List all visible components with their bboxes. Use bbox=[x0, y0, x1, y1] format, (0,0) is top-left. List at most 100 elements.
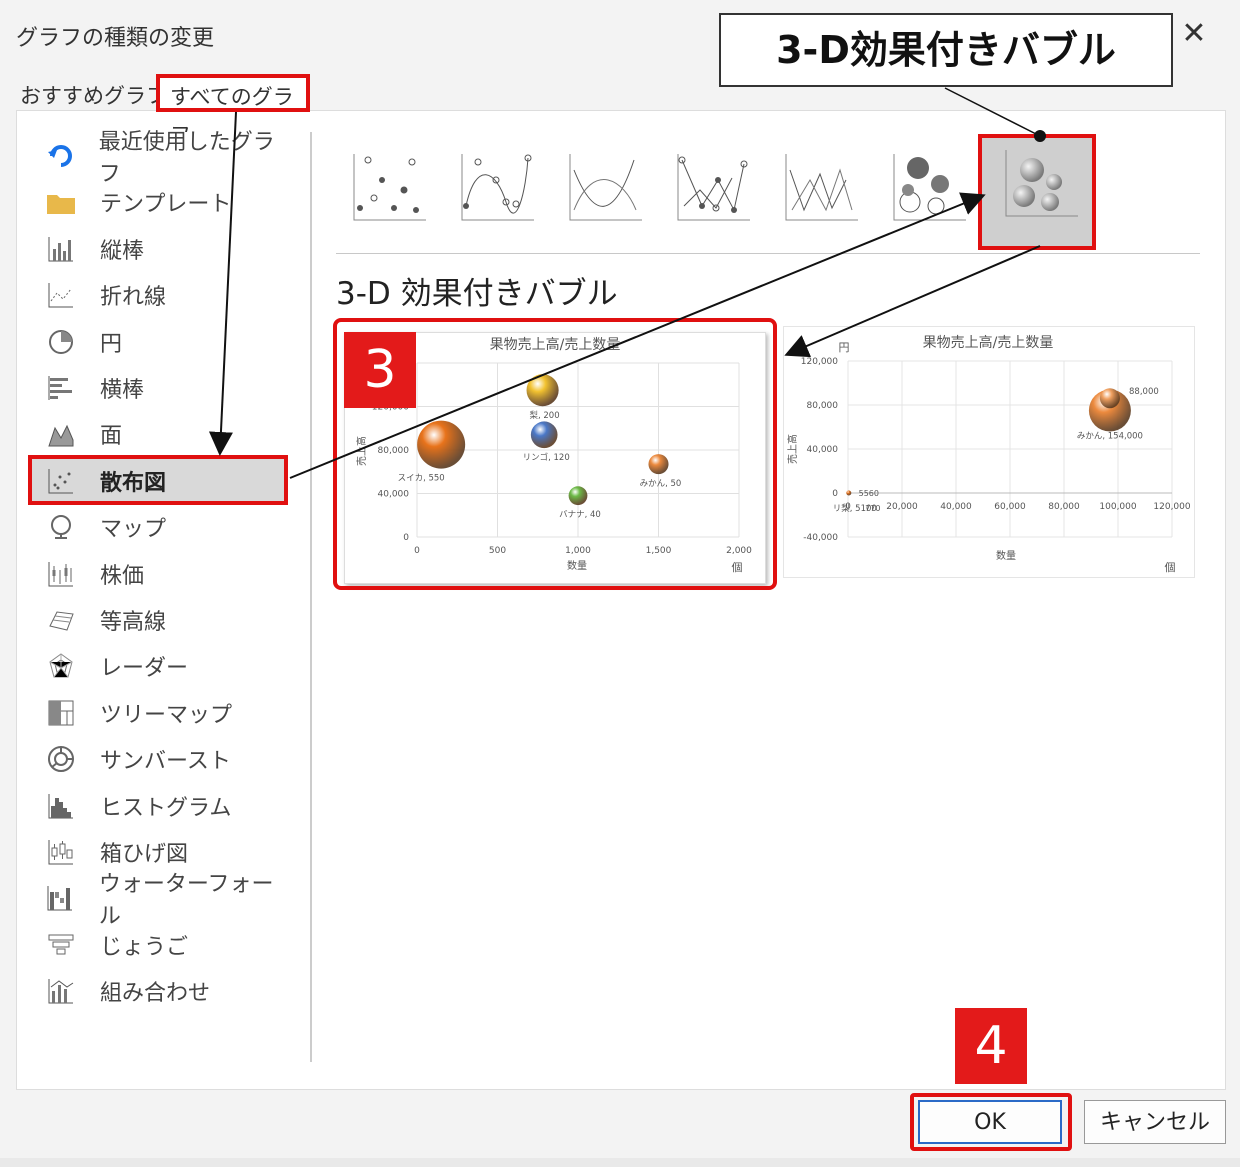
x-tick-label: 60,000 bbox=[994, 502, 1026, 512]
sidebar-item-combo-chart[interactable]: 組み合わせ bbox=[36, 969, 288, 1013]
sidebar-item-folder[interactable]: テンプレート bbox=[36, 180, 288, 224]
sidebar-item-sunburst[interactable]: サンバースト bbox=[36, 737, 288, 781]
sidebar-item-recent[interactable]: 最近使用したグラフ bbox=[36, 130, 288, 187]
combo-chart-icon bbox=[46, 976, 76, 1006]
sidebar-item-label: 横棒 bbox=[100, 378, 145, 403]
sidebar-item-waterfall[interactable]: ウォーターフォール bbox=[36, 872, 288, 929]
sidebar-divider bbox=[310, 132, 312, 1062]
bubble-icon[interactable] bbox=[888, 150, 968, 226]
sidebar-item-label: マップ bbox=[100, 517, 167, 543]
data-label: みかん, 154,000 bbox=[1077, 432, 1143, 442]
sidebar-item-funnel[interactable]: じょうご bbox=[36, 923, 288, 967]
map-icon bbox=[46, 512, 76, 542]
y-tick-label: 40,000 bbox=[807, 445, 839, 455]
sidebar-item-treemap[interactable]: ツリーマップ bbox=[36, 691, 288, 735]
sidebar-item-label: 縦棒 bbox=[100, 238, 145, 264]
scatter-straight-icon[interactable] bbox=[780, 150, 860, 226]
pie-chart-icon bbox=[46, 327, 76, 357]
y-tick-label: -40,000 bbox=[803, 533, 838, 543]
sidebar-item-label: テンプレート bbox=[100, 192, 232, 218]
tab-recommended-charts[interactable]: おすすめグラフ bbox=[20, 78, 167, 114]
sidebar-item-bar-chart[interactable]: 横棒 bbox=[36, 366, 288, 410]
bubble bbox=[846, 490, 852, 496]
step-3-badge: 3 bbox=[344, 332, 416, 408]
sidebar-item-label: 箱ひげ図 bbox=[100, 842, 189, 867]
y-tick-label: 80,000 bbox=[807, 401, 839, 411]
close-icon[interactable]: ✕ bbox=[1168, 12, 1220, 56]
sidebar-item-area-chart[interactable]: 面 bbox=[36, 412, 288, 456]
line-chart-icon bbox=[46, 280, 76, 310]
column-chart-icon bbox=[46, 234, 76, 264]
sidebar-item-stock-chart[interactable]: 株価 bbox=[36, 552, 288, 596]
sidebar-item-line-chart[interactable]: 折れ線 bbox=[36, 273, 288, 317]
x-tick-label: 20,000 bbox=[886, 502, 918, 512]
sidebar-item-histogram[interactable]: ヒストグラム bbox=[36, 784, 288, 828]
sidebar-item-label: ウォーターフォール bbox=[98, 872, 274, 930]
radar-chart-icon bbox=[46, 651, 76, 681]
stock-chart-icon bbox=[46, 559, 76, 589]
x-tick-label: 40,000 bbox=[940, 502, 972, 512]
subtype-title: 3-D 効果付きバブル bbox=[336, 276, 618, 312]
y-unit-label: 円 bbox=[839, 341, 850, 354]
scatter-smooth-markers-icon[interactable] bbox=[456, 150, 536, 226]
surface-chart-icon bbox=[46, 605, 76, 635]
sidebar-list: 最近使用したグラフテンプレート 縦棒折れ線円横棒面散布図マップ株価等高線レーダーツ… bbox=[36, 130, 288, 1032]
x-tick-label: 100,000 bbox=[1099, 502, 1136, 512]
sidebar-item-label: 最近使用したグラフ bbox=[98, 130, 275, 187]
recent-icon bbox=[46, 141, 75, 171]
histogram-icon bbox=[46, 791, 76, 821]
sidebar-item-label: 組み合わせ bbox=[100, 981, 211, 1007]
x-axis-label: 数量 bbox=[996, 549, 1016, 562]
folder-icon bbox=[46, 187, 76, 217]
bubble bbox=[1099, 388, 1120, 409]
y-axis-label: 売上高 bbox=[786, 434, 799, 464]
sidebar-item-column-chart[interactable]: 縦棒 bbox=[36, 227, 288, 271]
tab-all-charts[interactable]: すべてのグラフ bbox=[156, 74, 310, 147]
sidebar-item-label: 株価 bbox=[100, 563, 145, 589]
sidebar-item-label: 散布図 bbox=[100, 470, 167, 496]
x-tick-label: 80,000 bbox=[1048, 502, 1080, 512]
bar-chart-icon bbox=[46, 373, 76, 403]
sidebar-item-scatter-chart[interactable]: 散布図 bbox=[36, 459, 288, 503]
funnel-icon bbox=[46, 930, 76, 960]
area-chart-icon bbox=[46, 419, 76, 449]
chart-preview-2[interactable]: 果物売上高/売上数量 円 0 20,000 40,000 60,000 80,000 100,… bbox=[783, 326, 1195, 578]
box-whisker-icon bbox=[46, 837, 76, 867]
x-unit-label: 個 bbox=[1165, 561, 1176, 574]
sidebar-item-radar-chart[interactable]: レーダー bbox=[36, 644, 288, 688]
sunburst-icon bbox=[46, 744, 76, 774]
sidebar-item-label: ツリーマップ bbox=[100, 702, 233, 728]
data-label: 88,000 bbox=[1129, 387, 1159, 397]
sidebar-item-label: 円 bbox=[100, 331, 123, 357]
dialog-title: グラフの種類の変更 bbox=[16, 26, 215, 51]
sidebar-item-surface-chart[interactable]: 等高線 bbox=[36, 598, 288, 642]
chart-2-svg: 果物売上高/売上数量 円 0 20,000 40,000 60,000 80,000 100,… bbox=[786, 334, 1191, 574]
sidebar-item-label: ヒストグラム bbox=[100, 795, 232, 821]
bubble-3d-icon[interactable] bbox=[992, 146, 1078, 222]
scatter-chart-icon bbox=[46, 466, 76, 496]
sidebar-item-label: じょうご bbox=[100, 934, 189, 960]
sidebar-item-label: レーダー bbox=[100, 656, 189, 682]
gallery-divider bbox=[336, 253, 1200, 254]
scatter-smooth-icon[interactable] bbox=[564, 150, 644, 226]
sidebar-item-label: 等高線 bbox=[100, 610, 167, 635]
waterfall-icon bbox=[46, 883, 75, 913]
data-label: 5560 bbox=[859, 489, 879, 498]
sidebar-item-label: 面 bbox=[100, 424, 123, 450]
sidebar-item-label: サンバースト bbox=[100, 749, 231, 775]
sidebar-item-map[interactable]: マップ bbox=[36, 505, 288, 549]
bottom-strip bbox=[0, 1158, 1240, 1167]
treemap-icon bbox=[46, 698, 76, 728]
data-label: 770 bbox=[865, 504, 880, 513]
callout-label: 3-D効果付きバブル bbox=[719, 13, 1173, 87]
chart-2-title: 果物売上高/売上数量 bbox=[923, 334, 1054, 351]
sidebar-item-pie-chart[interactable]: 円 bbox=[36, 320, 288, 364]
scatter-markers-icon[interactable] bbox=[348, 150, 428, 226]
step-4-badge: 4 bbox=[955, 1008, 1027, 1084]
cancel-button[interactable]: キャンセル bbox=[1084, 1100, 1226, 1144]
ok-highlight bbox=[910, 1093, 1072, 1151]
sidebar-item-label: 折れ線 bbox=[100, 285, 167, 311]
y-tick-label: 0 bbox=[832, 489, 838, 499]
scatter-straight-markers-icon[interactable] bbox=[672, 150, 752, 226]
y-tick-label: 120,000 bbox=[801, 357, 838, 367]
